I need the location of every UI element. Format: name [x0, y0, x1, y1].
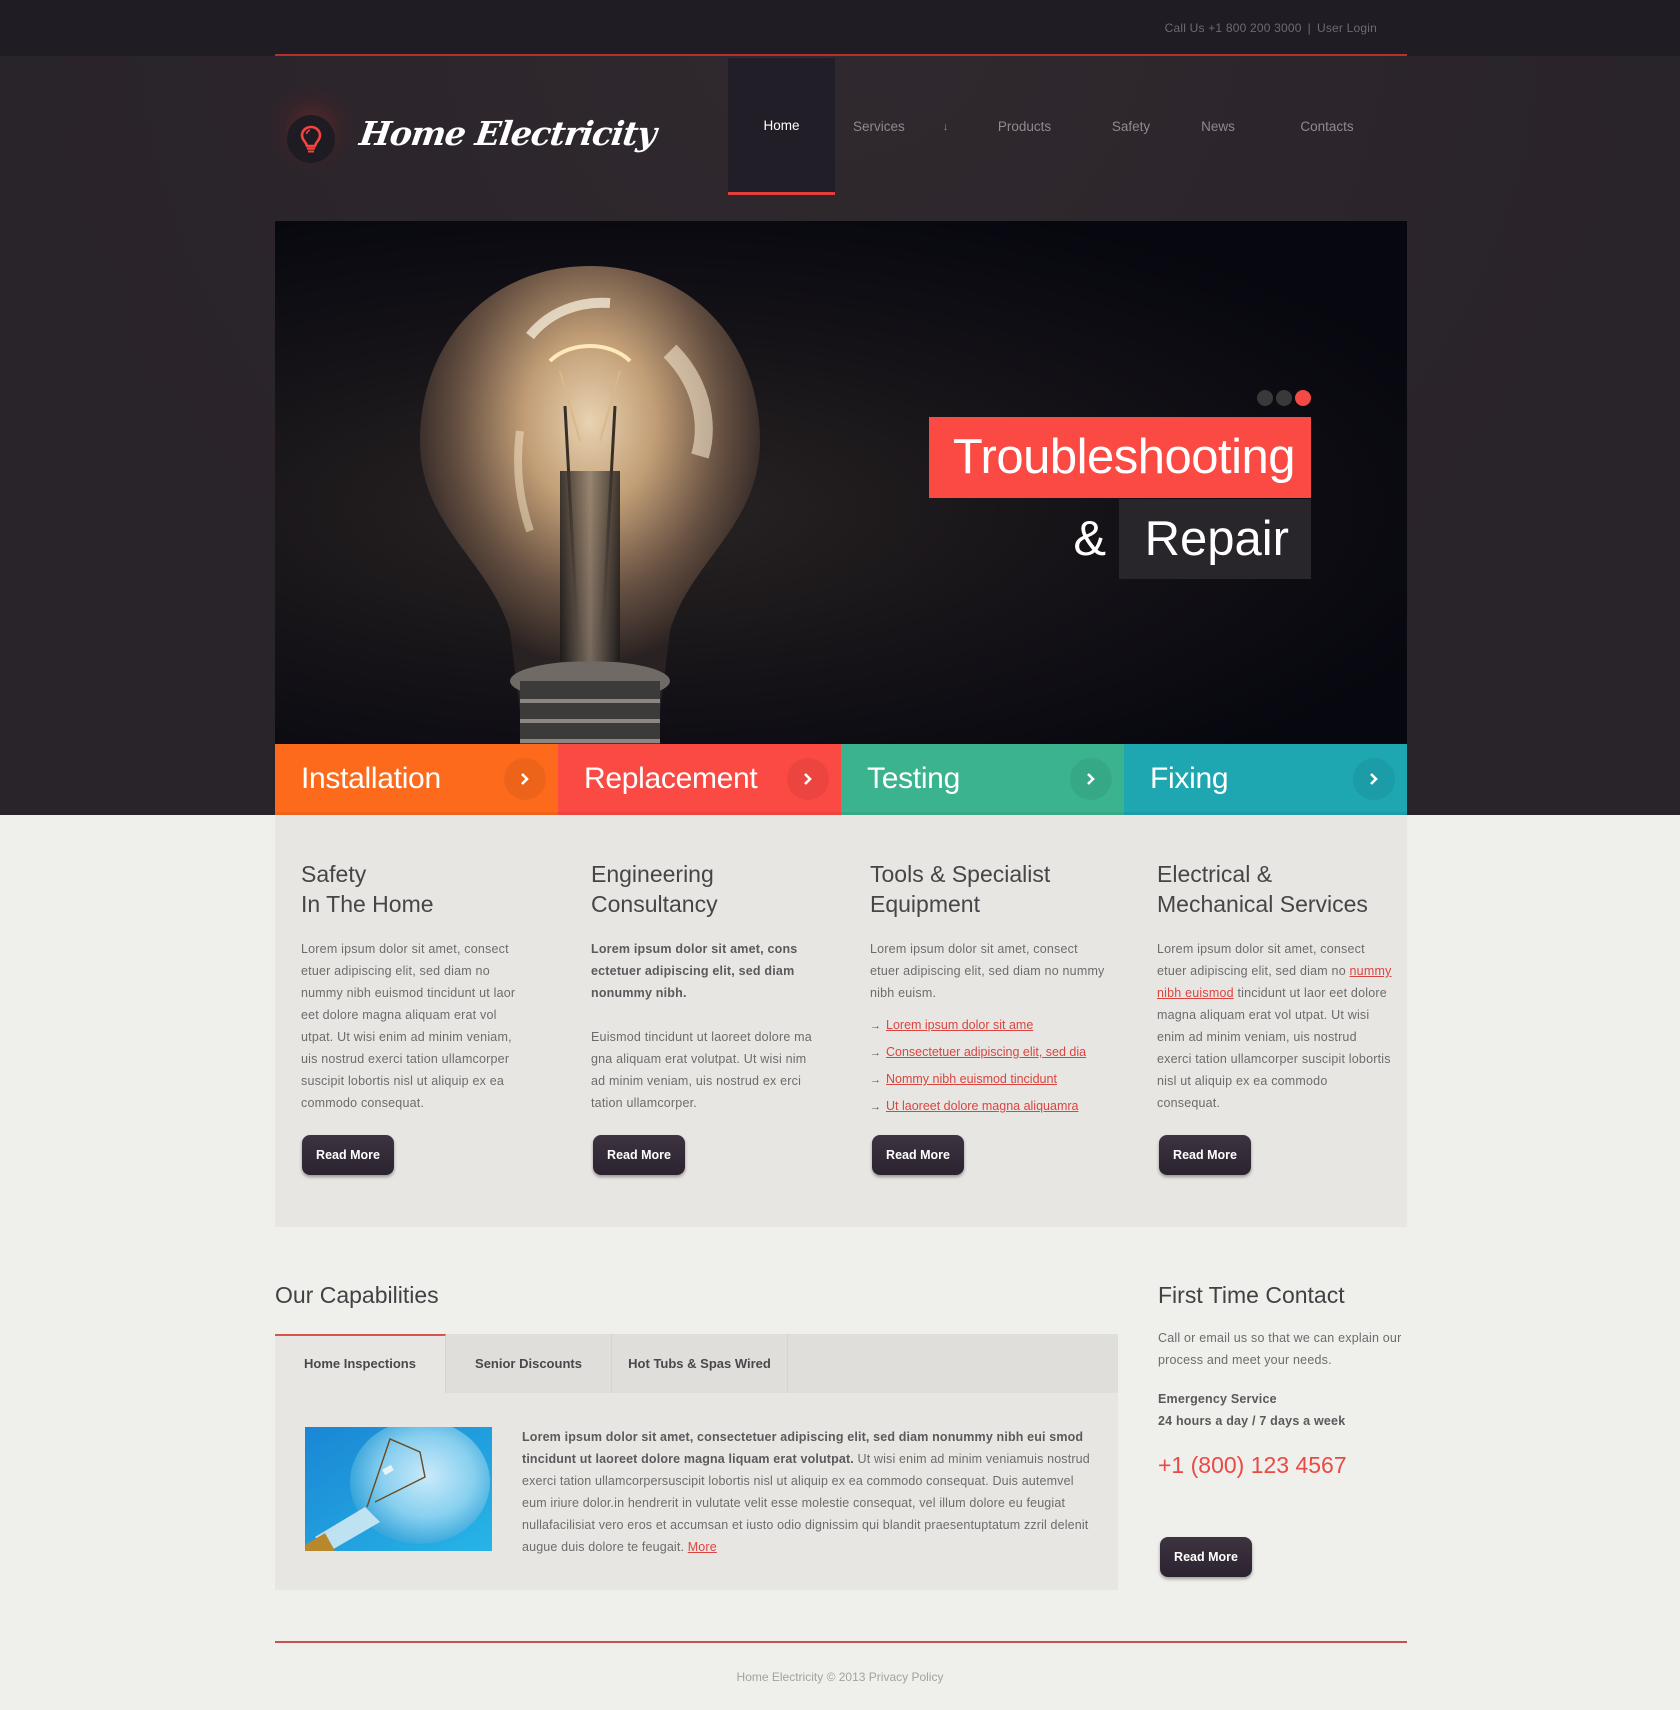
service-tab-label: Replacement: [584, 762, 758, 795]
feature-link[interactable]: Ut laoreet dolore magna aliquamra: [886, 1099, 1078, 1113]
capabilities-title: Our Capabilities: [275, 1282, 439, 1308]
footer-divider: [275, 1641, 1407, 1643]
tab-senior-discounts[interactable]: Senior Discounts: [446, 1334, 612, 1393]
nav-home[interactable]: Home: [728, 58, 835, 195]
list-item: → Lorem ipsum dolor sit ame: [870, 1012, 1110, 1039]
nav-news[interactable]: News: [1168, 58, 1268, 195]
slide-caption-ampersand: &: [1073, 512, 1106, 566]
feature-engineering: Engineering Consultancy Lorem ipsum dolor…: [591, 859, 821, 1114]
service-tabs: Installation Replacement Testing Fixing: [275, 744, 1407, 815]
slider-pagination: [1257, 390, 1311, 406]
main-nav: Home Services ↓ Products Safety News Cont…: [728, 58, 1386, 195]
nav-home-label: Home: [763, 117, 800, 133]
service-tab-testing[interactable]: Testing: [841, 744, 1124, 815]
feature-safety: Safety In The Home Lorem ipsum dolor sit …: [301, 859, 531, 1114]
service-tab-label: Testing: [867, 762, 960, 795]
tab-hot-tubs[interactable]: Hot Tubs & Spas Wired: [612, 1334, 788, 1393]
more-link[interactable]: More: [688, 1540, 717, 1554]
nav-news-label: News: [1201, 119, 1235, 134]
list-item: → Nommy nibh euismod tincidunt: [870, 1066, 1110, 1093]
contact-read-more-button[interactable]: Read More: [1160, 1537, 1252, 1577]
chevron-right-icon[interactable]: [1353, 758, 1395, 800]
feature-title: Engineering Consultancy: [591, 861, 718, 917]
contact-title: First Time Contact: [1158, 1282, 1345, 1308]
feature-title: Tools & Specialist Equipment: [870, 861, 1051, 917]
read-more-button[interactable]: Read More: [872, 1135, 964, 1175]
service-tab-replacement[interactable]: Replacement: [558, 744, 841, 815]
lightbulb-thumbnail: [305, 1427, 492, 1551]
tab-home-inspections[interactable]: Home Inspections: [275, 1334, 446, 1393]
feature-text: Lorem ipsum dolor sit amet, consect etue…: [870, 942, 1105, 1000]
arrow-right-icon: →: [870, 1101, 881, 1113]
service-tab-label: Fixing: [1150, 762, 1229, 795]
slide-caption-title: Troubleshooting: [928, 417, 1311, 498]
slide-caption-subtitle: Repair: [1118, 499, 1311, 579]
nav-contacts[interactable]: Contacts: [1268, 58, 1386, 195]
feature-link-list: → Lorem ipsum dolor sit ame → Consectetuer…: [870, 1012, 1110, 1120]
service-tab-label: Installation: [301, 762, 441, 795]
top-links: Call Us +1 800 200 3000 | User Login: [1165, 21, 1377, 35]
chevron-right-icon[interactable]: [504, 758, 546, 800]
arrow-right-icon: →: [870, 1074, 881, 1086]
feature-title: Safety In The Home: [301, 861, 434, 917]
feature-tools: Tools & Specialist Equipment Lorem ipsum …: [870, 859, 1110, 1120]
lightbulb-icon: [300, 125, 322, 153]
header: Home Electricity Home Services ↓ Products…: [267, 58, 1407, 220]
nav-products[interactable]: Products: [955, 58, 1094, 195]
feature-text: Lorem ipsum dolor sit amet, consect etue…: [301, 942, 516, 1110]
slider-dot-2[interactable]: [1276, 390, 1292, 406]
nav-services-label: Services: [853, 119, 905, 134]
dropdown-arrow-icon: ↓: [942, 120, 949, 133]
first-time-contact: First Time Contact Call or email us so t…: [1158, 1282, 1408, 1479]
feature-text: Euismod tincidunt ut laoreet dolore ma g…: [591, 1030, 812, 1110]
logo-text[interactable]: Home Electricity: [357, 114, 658, 153]
nav-contacts-label: Contacts: [1300, 119, 1354, 134]
slider-dot-1[interactable]: [1257, 390, 1273, 406]
arrow-right-icon: →: [870, 1020, 881, 1032]
list-item: → Ut laoreet dolore magna aliquamra: [870, 1093, 1110, 1120]
nav-products-label: Products: [997, 119, 1052, 134]
footer-brand: Home Electricity: [736, 1670, 824, 1684]
nav-services[interactable]: Services ↓: [835, 58, 955, 195]
capabilities-tabs: Home Inspections Senior Discounts Hot Tu…: [275, 1334, 1118, 1393]
nav-safety[interactable]: Safety: [1094, 58, 1168, 195]
footer-copyright: © 2013: [826, 1670, 866, 1684]
feature-link[interactable]: Lorem ipsum dolor sit ame: [886, 1018, 1033, 1032]
emergency-service: Emergency Service 24 hours a day / 7 days…: [1158, 1392, 1346, 1428]
features-section: Safety In The Home Lorem ipsum dolor sit …: [275, 815, 1407, 1227]
arrow-right-icon: →: [870, 1047, 881, 1059]
chevron-right-icon[interactable]: [787, 758, 829, 800]
feature-bold-text: Lorem ipsum dolor sit amet, cons ectetue…: [591, 942, 798, 1000]
read-more-button[interactable]: Read More: [302, 1135, 394, 1175]
contact-text: Call or email us so that we can explain …: [1158, 1331, 1402, 1367]
lightbulb-image: [420, 266, 760, 744]
footer: Home Electricity © 2013 Privacy Policy: [0, 1670, 1680, 1684]
read-more-button[interactable]: Read More: [1159, 1135, 1251, 1175]
capabilities-tab-panel: Lorem ipsum dolor sit amet, consectetuer…: [275, 1393, 1118, 1590]
hero-slider: Troubleshooting & Repair: [275, 221, 1407, 744]
separator: |: [1307, 21, 1311, 35]
tab-panel-text: Lorem ipsum dolor sit amet, consectetuer…: [522, 1430, 1090, 1554]
logo-badge[interactable]: [287, 115, 335, 163]
call-us-text: Call Us +1 800 200 3000: [1164, 21, 1302, 35]
feature-text: Lorem ipsum dolor sit amet, consect etue…: [1157, 942, 1392, 1110]
contact-phone[interactable]: +1 (800) 123 4567: [1158, 1452, 1408, 1479]
service-tab-installation[interactable]: Installation: [275, 744, 558, 815]
chevron-right-icon[interactable]: [1070, 758, 1112, 800]
service-tab-fixing[interactable]: Fixing: [1124, 744, 1407, 815]
feature-title: Electrical & Mechanical Services: [1157, 861, 1368, 917]
slider-dot-3[interactable]: [1295, 390, 1311, 406]
nav-safety-label: Safety: [1111, 119, 1151, 134]
privacy-policy-link[interactable]: Privacy Policy: [869, 1670, 944, 1684]
feature-link[interactable]: Consectetuer adipiscing elit, sed dia: [886, 1045, 1086, 1059]
list-item: → Consectetuer adipiscing elit, sed dia: [870, 1039, 1110, 1066]
user-login-link[interactable]: User Login: [1317, 21, 1377, 35]
feature-link[interactable]: Nommy nibh euismod tincidunt: [886, 1072, 1057, 1086]
feature-electrical: Electrical & Mechanical Services Lorem ip…: [1157, 859, 1392, 1114]
top-bar: Call Us +1 800 200 3000 | User Login: [275, 0, 1407, 56]
read-more-button[interactable]: Read More: [593, 1135, 685, 1175]
